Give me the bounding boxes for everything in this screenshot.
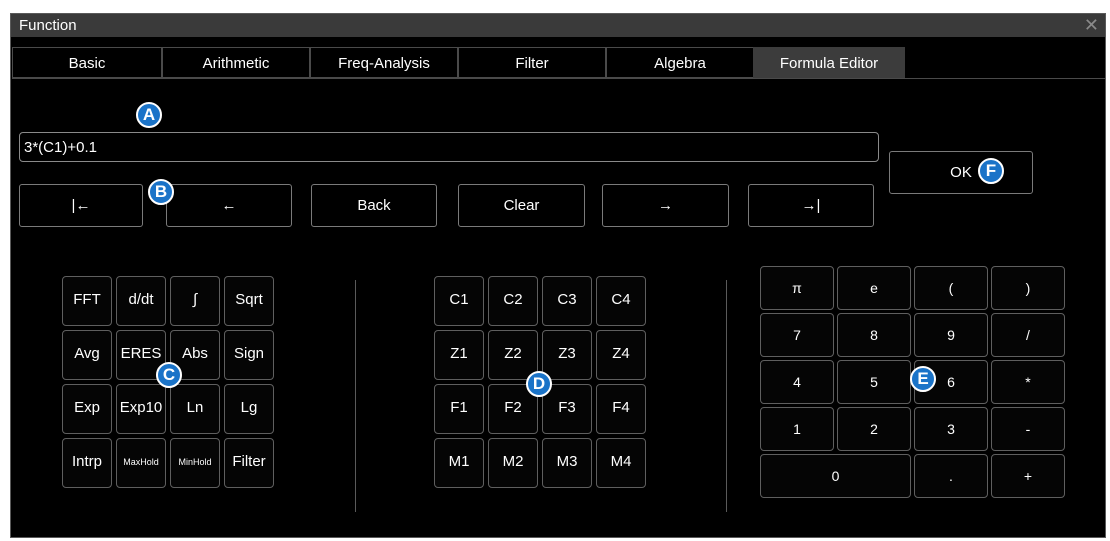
keypad-key-1[interactable]: 1 — [760, 407, 834, 451]
func-key-ddt[interactable]: d/dt — [116, 276, 166, 326]
cursor-right-button[interactable]: → — [602, 184, 729, 227]
source-key-m2[interactable]: M2 — [488, 438, 538, 488]
keypad-key-dot[interactable]: . — [914, 454, 988, 498]
tab-divider — [12, 78, 1105, 79]
func-key-exp10[interactable]: Exp10 — [116, 384, 166, 434]
clear-button[interactable]: Clear — [458, 184, 585, 227]
back-button[interactable]: Back — [311, 184, 437, 227]
dialog-title: Function — [19, 17, 77, 34]
cursor-end-button[interactable]: →| — [748, 184, 874, 227]
func-key-minhold[interactable]: MinHold — [170, 438, 220, 488]
func-key-fft[interactable]: FFT — [62, 276, 112, 326]
func-key-sign[interactable]: Sign — [224, 330, 274, 380]
callout-a: A — [136, 102, 162, 128]
callout-b: B — [148, 179, 174, 205]
function-dialog: Function ✕ Basic Arithmetic Freq-Analysi… — [10, 13, 1106, 538]
source-key-m3[interactable]: M3 — [542, 438, 592, 488]
source-key-z3[interactable]: Z3 — [542, 330, 592, 380]
separator-right — [726, 280, 727, 512]
keypad-key-0[interactable]: 0 — [760, 454, 911, 498]
source-key-c4[interactable]: C4 — [596, 276, 646, 326]
keypad-key-9[interactable]: 9 — [914, 313, 988, 357]
formula-input[interactable]: 3*(C1)+0.1 — [19, 132, 879, 162]
keypad-key-lparen[interactable]: ( — [914, 266, 988, 310]
keypad-key-divide[interactable]: / — [991, 313, 1065, 357]
close-icon[interactable]: ✕ — [1084, 15, 1099, 36]
keypad-key-pi[interactable]: π — [760, 266, 834, 310]
callout-f: F — [978, 158, 1004, 184]
func-key-maxhold[interactable]: MaxHold — [116, 438, 166, 488]
source-key-z1[interactable]: Z1 — [434, 330, 484, 380]
source-key-m1[interactable]: M1 — [434, 438, 484, 488]
tab-basic[interactable]: Basic — [12, 47, 162, 78]
keypad-key-multiply[interactable]: * — [991, 360, 1065, 404]
func-key-avg[interactable]: Avg — [62, 330, 112, 380]
keypad-key-2[interactable]: 2 — [837, 407, 911, 451]
ok-label: OK — [950, 164, 972, 181]
func-key-filter[interactable]: Filter — [224, 438, 274, 488]
func-key-sqrt[interactable]: Sqrt — [224, 276, 274, 326]
func-key-integral[interactable]: ∫ — [170, 276, 220, 326]
callout-e: E — [910, 366, 936, 392]
keypad-key-8[interactable]: 8 — [837, 313, 911, 357]
tab-bar: Basic Arithmetic Freq-Analysis Filter Al… — [12, 47, 1105, 78]
keypad-key-4[interactable]: 4 — [760, 360, 834, 404]
source-key-m4[interactable]: M4 — [596, 438, 646, 488]
callout-d: D — [526, 371, 552, 397]
title-bar: Function ✕ — [11, 14, 1105, 37]
source-key-f1[interactable]: F1 — [434, 384, 484, 434]
func-key-intrp[interactable]: Intrp — [62, 438, 112, 488]
func-key-exp[interactable]: Exp — [62, 384, 112, 434]
func-key-ln[interactable]: Ln — [170, 384, 220, 434]
keypad-key-5[interactable]: 5 — [837, 360, 911, 404]
source-key-c1[interactable]: C1 — [434, 276, 484, 326]
tab-formula-editor[interactable]: Formula Editor — [753, 47, 905, 78]
keypad-key-minus[interactable]: - — [991, 407, 1065, 451]
tab-filter[interactable]: Filter — [458, 47, 606, 78]
func-key-lg[interactable]: Lg — [224, 384, 274, 434]
tab-arithmetic[interactable]: Arithmetic — [162, 47, 310, 78]
source-key-z4[interactable]: Z4 — [596, 330, 646, 380]
keypad-key-rparen[interactable]: ) — [991, 266, 1065, 310]
cursor-home-button[interactable]: |← — [19, 184, 143, 227]
tab-freq-analysis[interactable]: Freq-Analysis — [310, 47, 458, 78]
keypad-key-3[interactable]: 3 — [914, 407, 988, 451]
callout-c: C — [156, 362, 182, 388]
tab-algebra[interactable]: Algebra — [606, 47, 754, 78]
ok-button[interactable]: OK — [889, 151, 1033, 194]
source-key-f4[interactable]: F4 — [596, 384, 646, 434]
source-key-c3[interactable]: C3 — [542, 276, 592, 326]
cursor-left-button[interactable]: ← — [166, 184, 292, 227]
source-key-c2[interactable]: C2 — [488, 276, 538, 326]
separator-left — [355, 280, 356, 512]
keypad-key-7[interactable]: 7 — [760, 313, 834, 357]
keypad-key-plus[interactable]: + — [991, 454, 1065, 498]
keypad-key-e[interactable]: e — [837, 266, 911, 310]
